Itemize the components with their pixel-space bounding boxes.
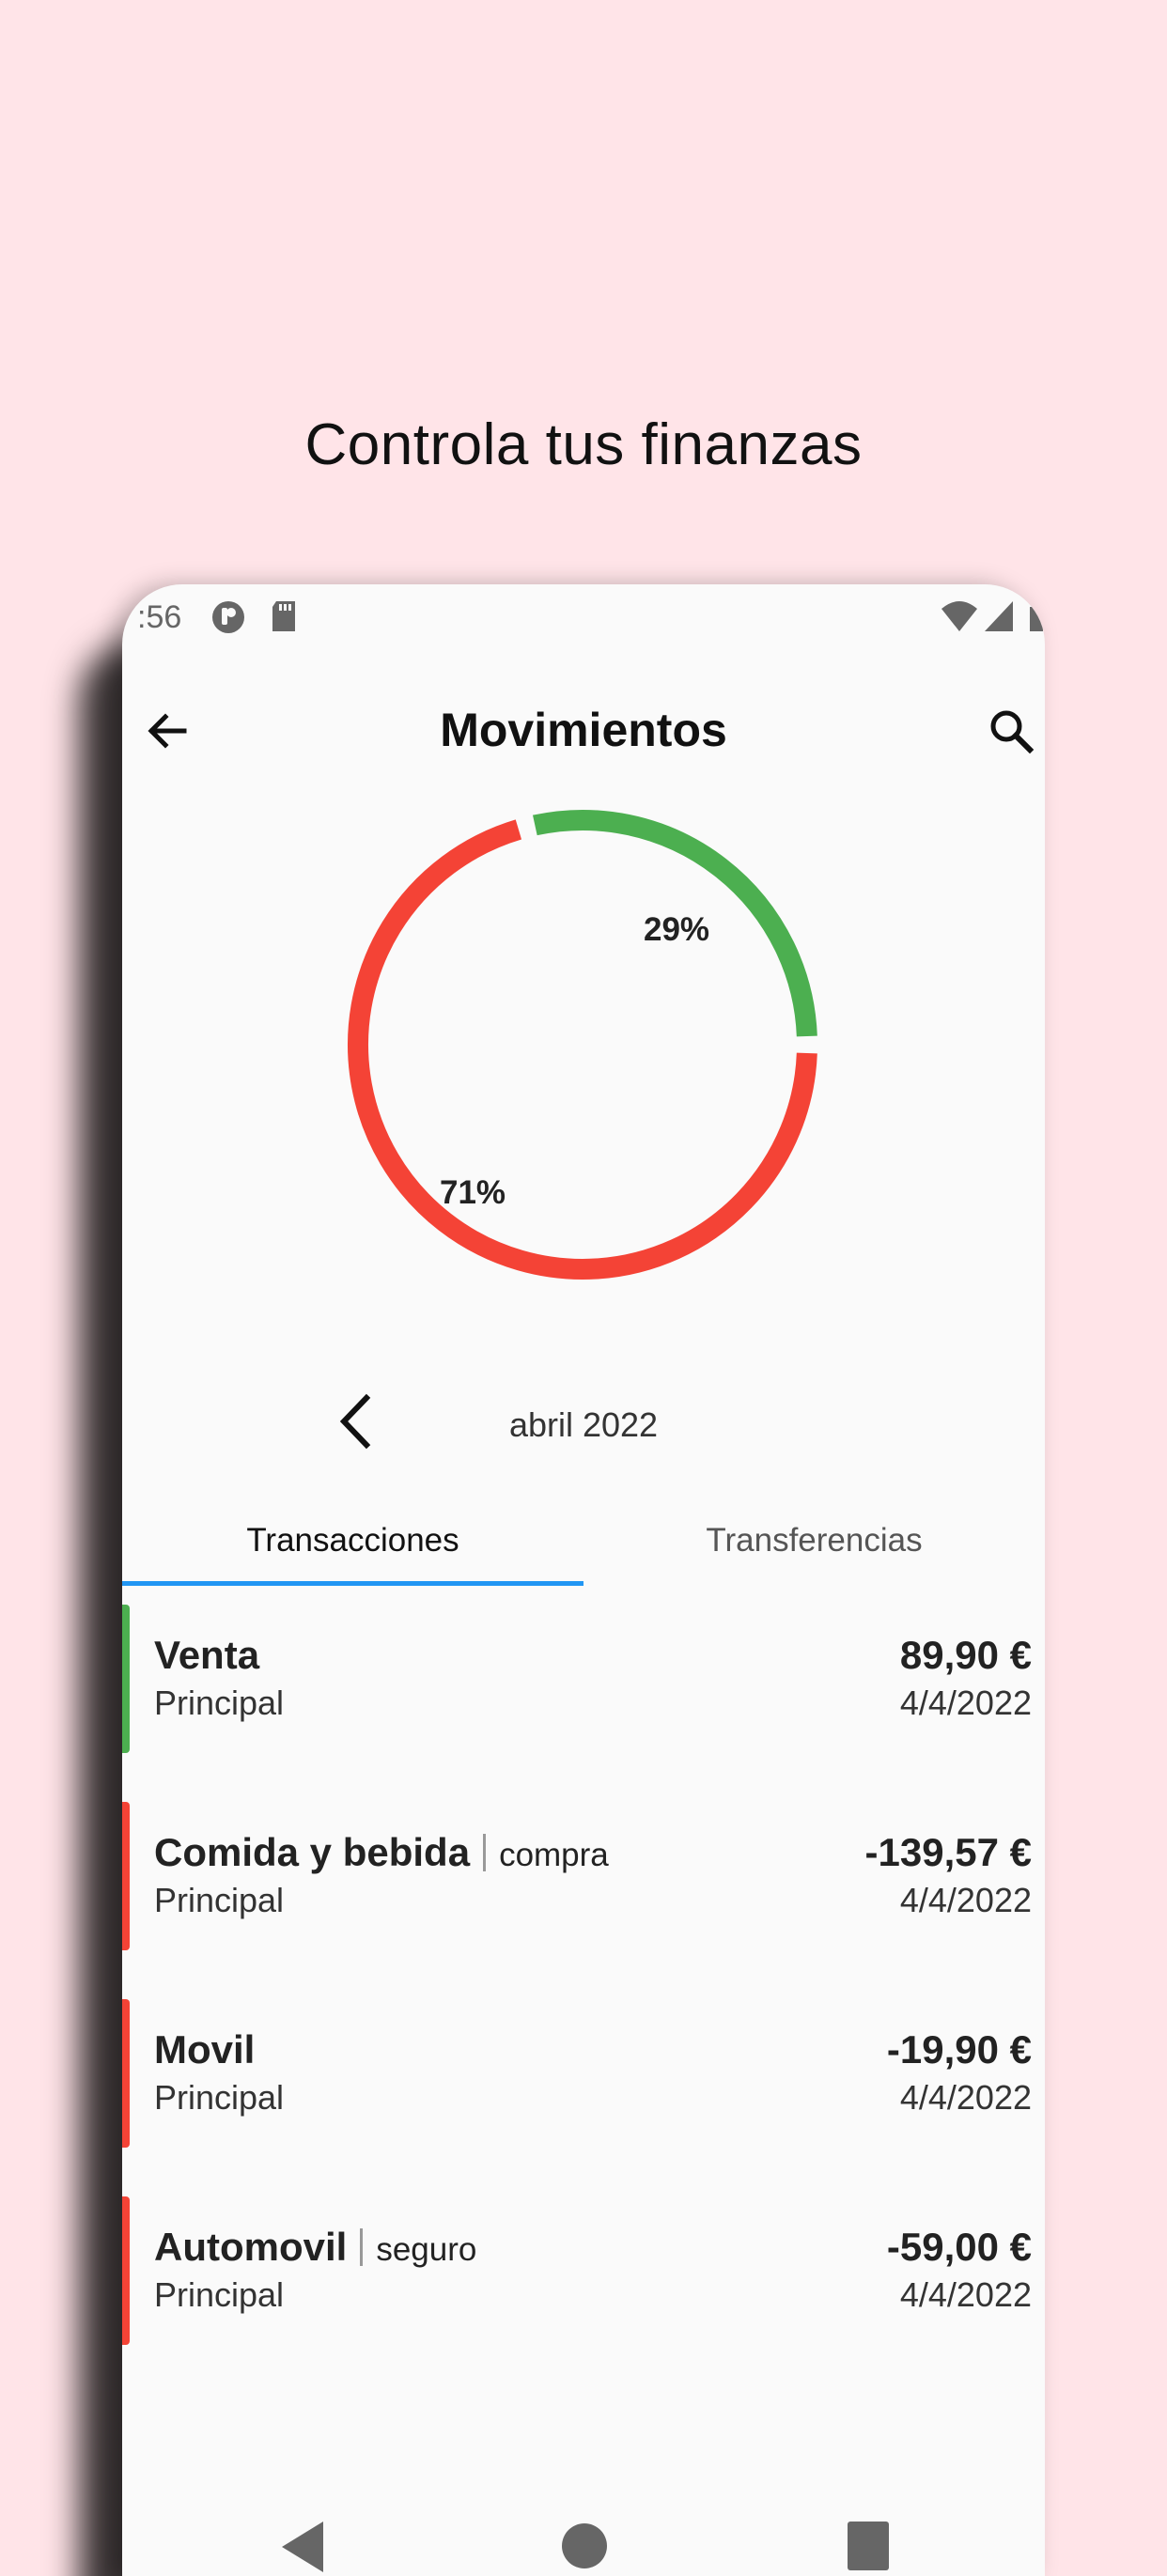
transaction-category-line: Venta (154, 1633, 259, 1678)
wifi-icon (940, 599, 979, 638)
transaction-account: Principal (154, 1684, 285, 1722)
income-indicator-bar (122, 1605, 130, 1753)
phone-screen: :56 Movimientos 29% 71% abril 2022 Trans… (122, 584, 1045, 2576)
transaction-category: Movil (154, 2027, 256, 2072)
period-selector: abril 2022 (122, 1364, 1045, 1477)
app-notification-icon (210, 599, 246, 640)
expense-indicator-bar (122, 1999, 130, 2148)
transaction-date: 4/4/2022 (899, 2275, 1032, 2314)
transaction-category: Venta (154, 1633, 260, 1677)
transaction-account: Principal (154, 2275, 285, 2314)
transaction-category-line: Movil (154, 2027, 255, 2072)
nav-back-icon[interactable] (276, 2518, 329, 2576)
battery-icon (1028, 599, 1045, 638)
transaction-item[interactable]: Venta Principal 89,90 € 4/4/2022 (122, 1605, 1045, 1753)
sd-card-icon (269, 599, 299, 638)
page-title: Movimientos (440, 704, 727, 756)
search-button[interactable] (985, 705, 1037, 757)
transaction-date: 4/4/2022 (899, 2078, 1032, 2117)
expense-percentage: 71% (440, 1174, 506, 1211)
tab-transacciones[interactable]: Transacciones (122, 1486, 584, 1586)
expense-indicator-bar (122, 1802, 130, 1950)
transaction-amount: -59,00 € (886, 2225, 1032, 2269)
nav-recents-icon[interactable] (844, 2518, 893, 2574)
category-separator (483, 1834, 487, 1871)
expense-indicator-bar (122, 2196, 130, 2345)
signal-icon (983, 599, 1015, 638)
transaction-amount: -139,57 € (864, 1830, 1032, 1874)
tab-transacciones-label: Transacciones (246, 1522, 459, 1559)
tab-transferencias-label: Transferencias (706, 1522, 923, 1559)
tab-selected-indicator (122, 1581, 584, 1586)
transaction-item[interactable]: Automovil seguro Principal -59,00 € 4/4/2… (122, 2196, 1045, 2345)
transaction-amount: -19,90 € (886, 2027, 1032, 2072)
transaction-amount: 89,90 € (899, 1633, 1032, 1677)
system-navigation-bar (122, 2491, 1045, 2576)
tab-bar: Transacciones Transferencias (122, 1486, 1045, 1586)
transaction-date: 4/4/2022 (899, 1684, 1032, 1722)
transaction-item[interactable]: Movil Principal -19,90 € 4/4/2022 (122, 1999, 1045, 2148)
promo-headline: Controla tus finanzas (304, 412, 863, 477)
status-bar: :56 (122, 584, 1045, 650)
income-percentage: 29% (644, 911, 710, 948)
income-expense-donut-chart: 29% 71% (338, 800, 827, 1289)
transaction-subcategory: compra (499, 1837, 609, 1873)
tab-transferencias[interactable]: Transferencias (584, 1486, 1045, 1586)
app-bar: Movimientos (122, 678, 1045, 791)
transaction-account: Principal (154, 1881, 285, 1919)
transaction-account: Principal (154, 2078, 285, 2117)
transaction-category: Automovil (154, 2225, 348, 2269)
transaction-category-line: Comida y bebida compra (154, 1830, 609, 1875)
transaction-item[interactable]: Comida y bebida compra Principal -139,57 … (122, 1802, 1045, 1950)
transaction-date: 4/4/2022 (899, 1881, 1032, 1919)
search-icon (990, 710, 1035, 754)
current-month-label: abril 2022 (508, 1405, 659, 1444)
transaction-category: Comida y bebida (154, 1830, 471, 1874)
status-time: :56 (137, 599, 182, 635)
transaction-category-line: Automovil seguro (154, 2225, 476, 2270)
nav-home-icon[interactable] (556, 2518, 613, 2574)
transaction-subcategory: seguro (376, 2231, 477, 2268)
category-separator (360, 2228, 364, 2266)
